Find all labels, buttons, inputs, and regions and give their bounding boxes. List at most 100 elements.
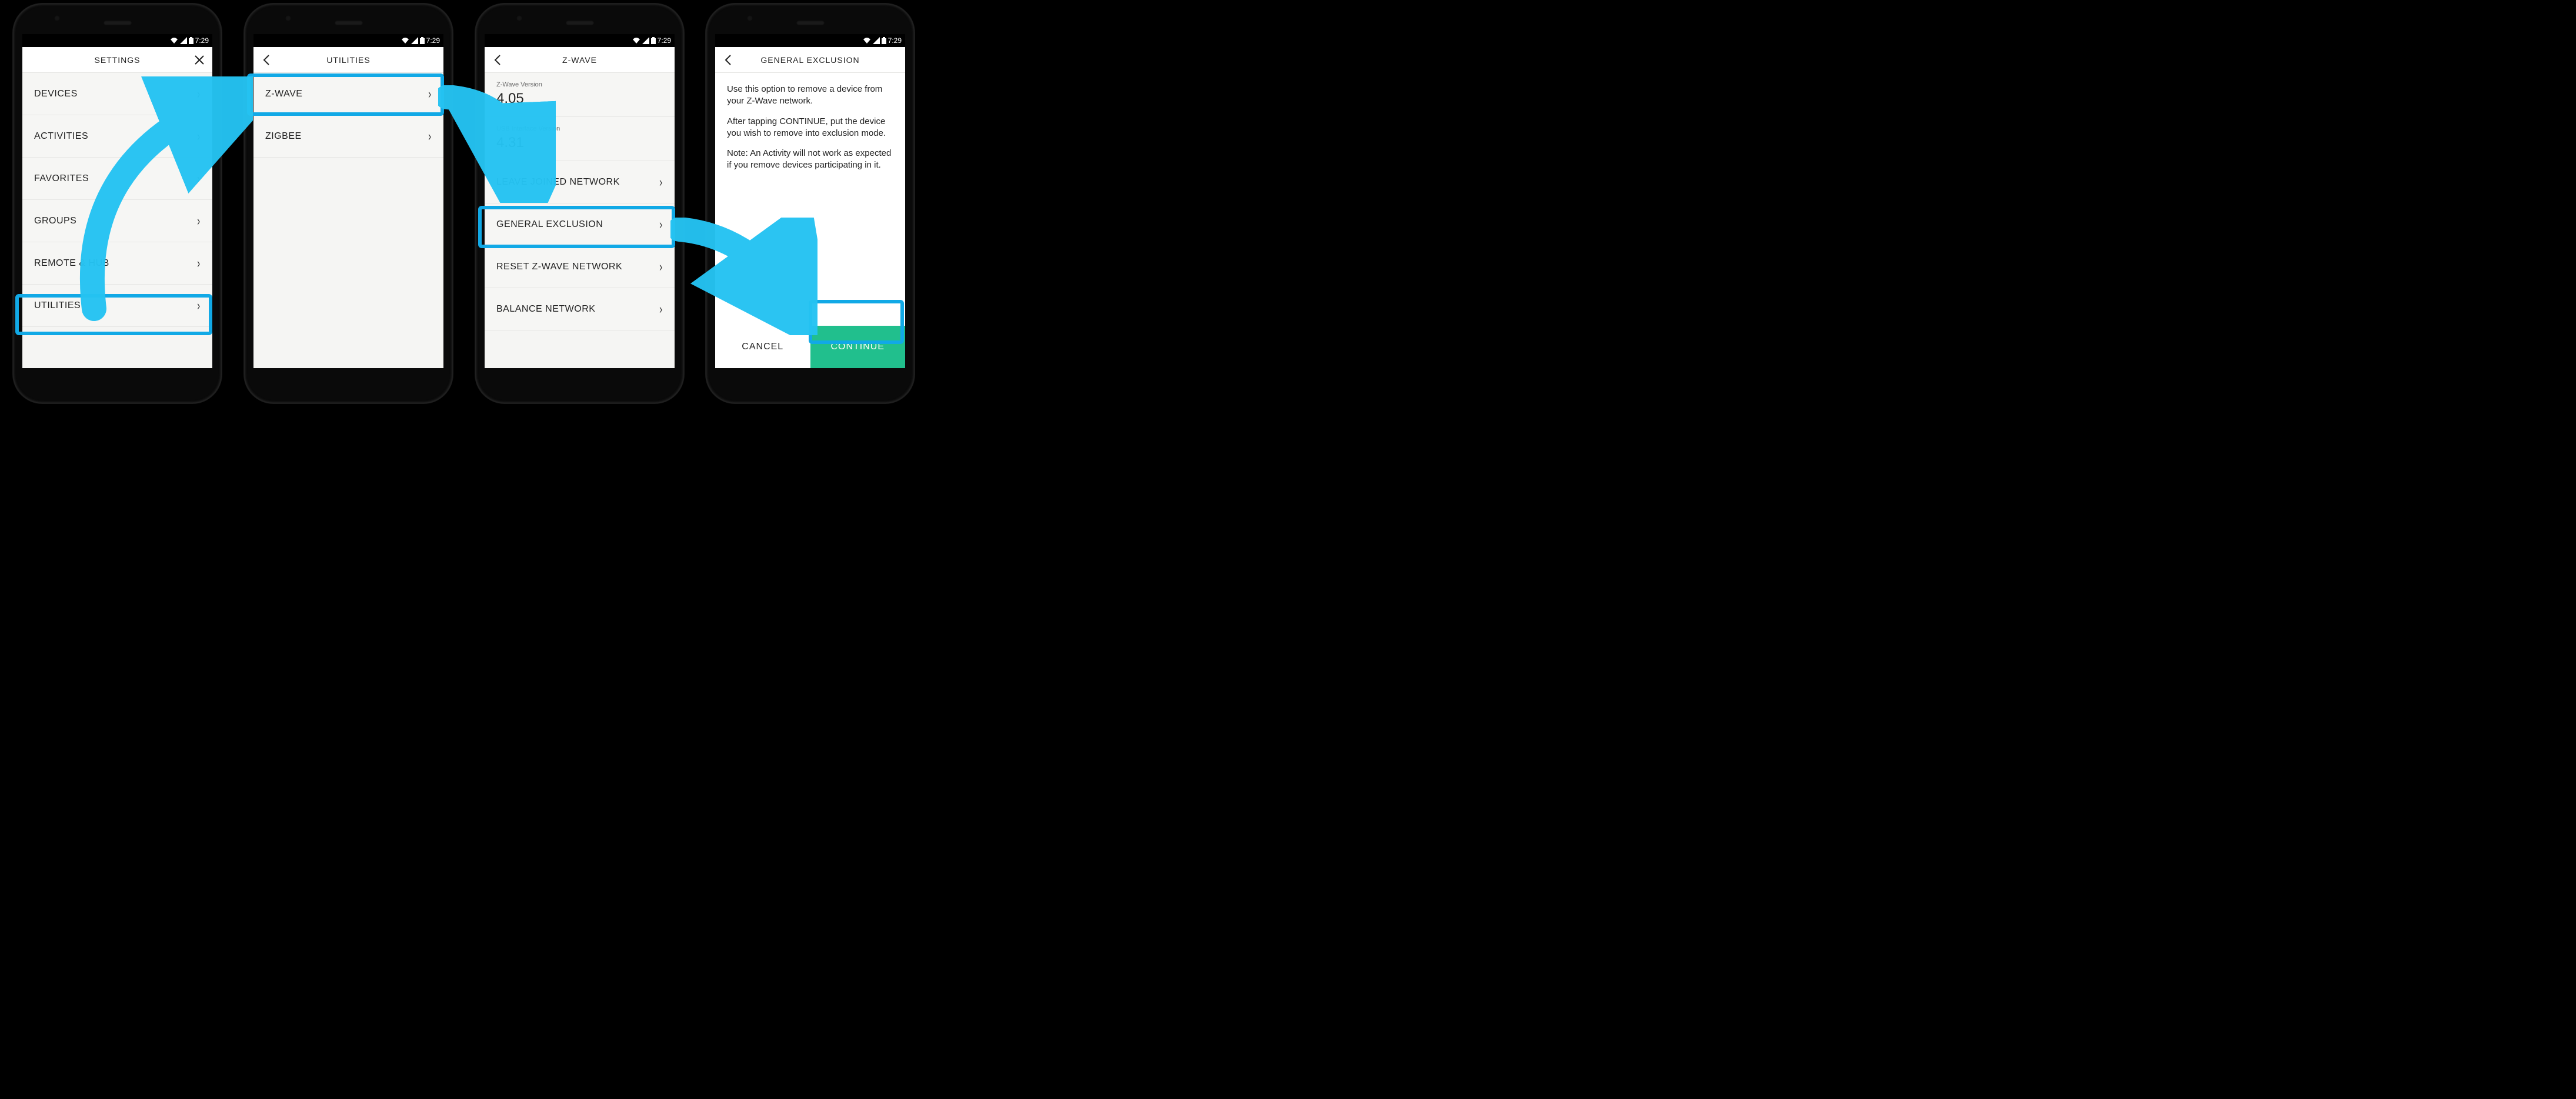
continue-label: CONTINUE — [830, 340, 885, 353]
info-key: USB Interface Version — [496, 125, 663, 132]
row-balance-network[interactable]: BALANCE NETWORK › — [485, 288, 675, 330]
row-activities[interactable]: ACTIVITIES › — [22, 115, 212, 158]
phone-settings: 7:29 SETTINGS DEVICES › ACTIVITIES › FAVOR… — [13, 4, 222, 403]
signal-icon — [180, 37, 187, 44]
proximity-sensor — [516, 15, 522, 21]
back-icon[interactable] — [485, 47, 510, 73]
screen-utilities: 7:29 UTILITIES Z-WAVE› ZIGBEE › — [253, 34, 443, 368]
signal-icon — [411, 37, 418, 44]
status-time: 7:29 — [195, 36, 209, 45]
status-bar: 7:29 — [715, 34, 905, 47]
back-icon[interactable] — [253, 47, 279, 73]
row-label: REMOTE & HUB — [34, 258, 109, 269]
row-favorites[interactable]: FAVORITES › — [22, 158, 212, 200]
row-label: GROUPS — [34, 216, 76, 226]
row-label: BALANCE NETWORK — [496, 304, 595, 315]
screen-zwave: 7:29 Z-WAVE Z-Wave Version 4.05 USB Inte… — [485, 34, 675, 368]
info-key: Z-Wave Version — [496, 81, 663, 88]
info-usb-version: USB Interface Version 4.31 — [485, 117, 675, 161]
settings-list: DEVICES› ACTIVITIES› FAVORITES› GROUPS› … — [22, 73, 212, 368]
titlebar-settings: SETTINGS — [22, 47, 212, 73]
battery-icon — [189, 37, 193, 44]
row-label: GENERAL EXCLUSION — [496, 219, 603, 230]
row-devices[interactable]: DEVICES › — [22, 73, 212, 115]
row-label: ACTIVITIES — [34, 131, 88, 142]
info-zwave-version: Z-Wave Version 4.05 — [485, 73, 675, 117]
exclusion-p2: After tapping CONTINUE, put the device y… — [727, 116, 893, 140]
chevron-right-icon: › — [659, 302, 662, 317]
proximity-sensor — [54, 15, 60, 21]
earpiece — [104, 21, 132, 25]
zwave-list: Z-Wave Version 4.05 USB Interface Versio… — [485, 73, 675, 368]
row-groups[interactable]: GROUPS › — [22, 200, 212, 242]
continue-button[interactable]: CONTINUE — [810, 326, 906, 368]
phone-zwave: 7:29 Z-WAVE Z-Wave Version 4.05 USB Inte… — [475, 4, 684, 403]
row-zwave[interactable]: Z-WAVE› — [253, 73, 443, 115]
wifi-icon — [863, 37, 871, 44]
phone-utilities: 7:29 UTILITIES Z-WAVE› ZIGBEE › — [244, 4, 453, 403]
row-label: UTILITIES — [34, 300, 81, 311]
battery-icon — [882, 37, 886, 44]
chevron-right-icon: › — [428, 129, 431, 144]
row-label: RESET Z-WAVE NETWORK — [496, 262, 622, 272]
page-title: SETTINGS — [22, 55, 212, 65]
screen-settings: 7:29 SETTINGS DEVICES › ACTIVITIES › FAVOR… — [22, 34, 212, 368]
utilities-list: Z-WAVE› ZIGBEE › — [253, 73, 443, 368]
status-time: 7:29 — [888, 36, 902, 45]
row-general-exclusion[interactable]: GENERAL EXCLUSION › — [485, 203, 675, 246]
row-zigbee[interactable]: ZIGBEE › — [253, 115, 443, 158]
exclusion-p3: Note: An Activity will not work as expec… — [727, 148, 893, 172]
wifi-icon — [632, 37, 640, 44]
signal-icon — [642, 37, 649, 44]
info-value: 4.31 — [496, 135, 663, 151]
row-label: ZIGBEE — [265, 131, 302, 142]
page-title: GENERAL EXCLUSION — [715, 55, 905, 65]
chevron-right-icon: › — [197, 129, 200, 144]
status-time: 7:29 — [426, 36, 440, 45]
earpiece — [335, 21, 363, 25]
row-utilities[interactable]: UTILITIES › — [22, 285, 212, 327]
row-leave-network[interactable]: LEAVE JOINED NETWORK › — [485, 161, 675, 203]
info-value: 4.05 — [496, 91, 663, 107]
chevron-right-icon: › — [659, 259, 662, 275]
page-title: UTILITIES — [253, 55, 443, 65]
chevron-right-icon: › — [197, 213, 200, 229]
proximity-sensor — [747, 15, 753, 21]
row-label: LEAVE JOINED NETWORK — [496, 177, 620, 188]
earpiece — [566, 21, 594, 25]
row-label: FAVORITES — [34, 173, 89, 184]
wifi-icon — [170, 37, 178, 44]
chevron-right-icon: › — [197, 86, 200, 102]
signal-icon — [873, 37, 880, 44]
chevron-right-icon: › — [659, 175, 662, 190]
chevron-right-icon: › — [197, 298, 200, 313]
close-icon[interactable] — [186, 47, 212, 73]
page-title: Z-WAVE — [485, 55, 675, 65]
exclusion-p1: Use this option to remove a device from … — [727, 83, 893, 108]
cancel-button[interactable]: CANCEL — [715, 326, 810, 368]
row-remote-hub[interactable]: REMOTE & HUB› — [22, 242, 212, 285]
titlebar-exclusion: GENERAL EXCLUSION — [715, 47, 905, 73]
wifi-icon — [401, 37, 409, 44]
spacer — [22, 47, 48, 73]
status-bar: 7:29 — [253, 34, 443, 47]
screen-exclusion: 7:29 GENERAL EXCLUSION Use this option t… — [715, 34, 905, 368]
battery-icon — [420, 37, 425, 44]
phone-exclusion: 7:29 GENERAL EXCLUSION Use this option t… — [706, 4, 915, 403]
earpiece — [796, 21, 825, 25]
battery-icon — [651, 37, 656, 44]
row-reset-zwave[interactable]: RESET Z-WAVE NETWORK › — [485, 246, 675, 288]
exclusion-body: Use this option to remove a device from … — [715, 73, 905, 368]
status-bar: 7:29 — [22, 34, 212, 47]
status-time: 7:29 — [658, 36, 671, 45]
titlebar-zwave: Z-WAVE — [485, 47, 675, 73]
chevron-right-icon: › — [197, 171, 200, 186]
proximity-sensor — [285, 15, 291, 21]
row-label: DEVICES — [34, 89, 78, 99]
back-icon[interactable] — [715, 47, 741, 73]
chevron-right-icon: › — [659, 217, 662, 232]
cancel-label: CANCEL — [742, 340, 783, 353]
button-row: CANCEL CONTINUE — [715, 326, 905, 368]
titlebar-utilities: UTILITIES — [253, 47, 443, 73]
status-bar: 7:29 — [485, 34, 675, 47]
